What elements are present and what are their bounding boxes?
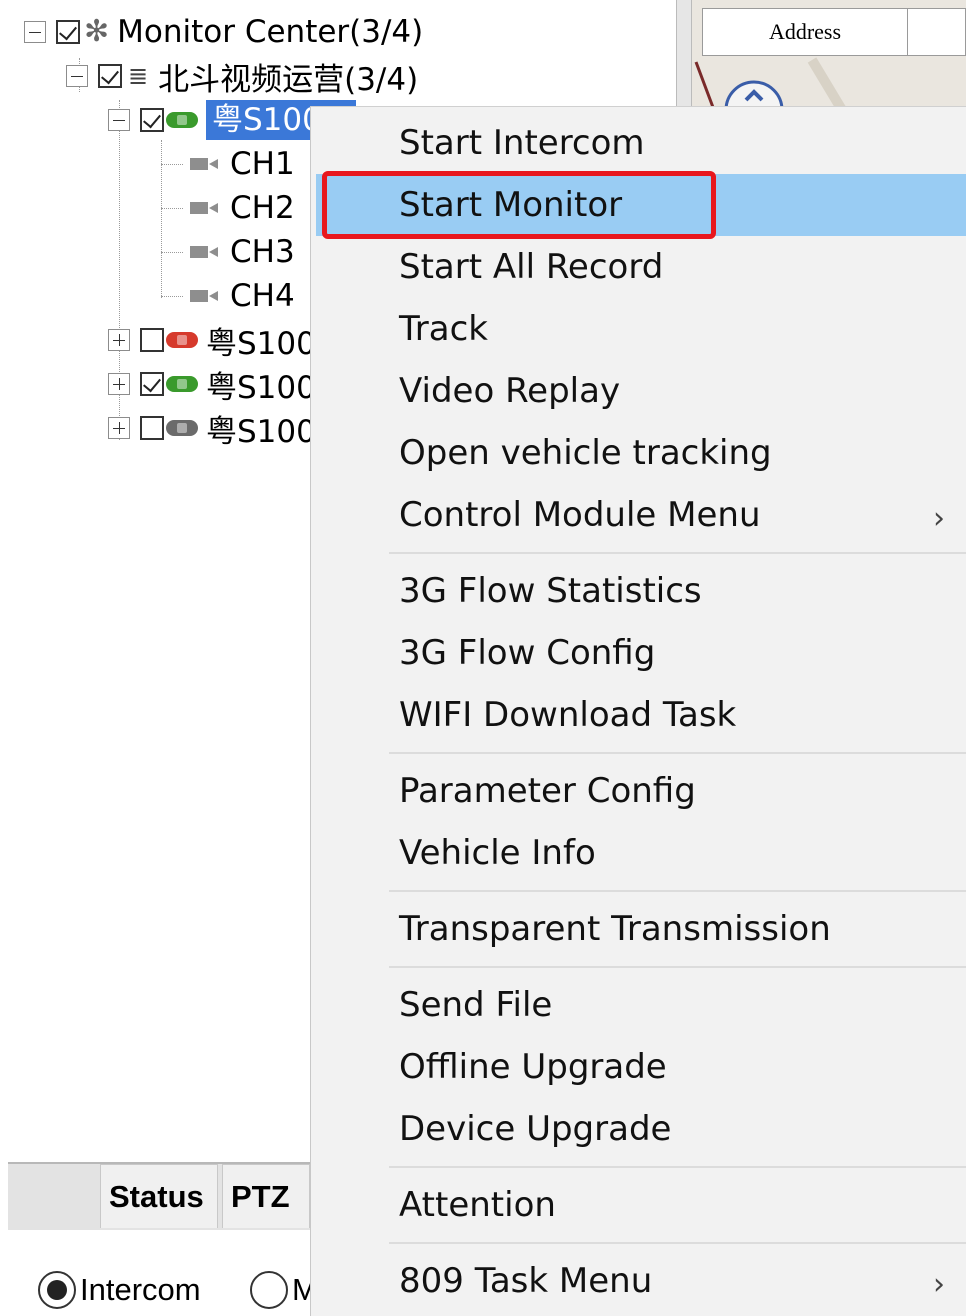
tree-group-row[interactable]: ≣ 北斗视频运营(3/4) — [66, 56, 419, 98]
channel-label: CH2 — [230, 190, 295, 226]
menu-item-offline-upgrade[interactable]: Offline Upgrade — [316, 1036, 966, 1098]
intercom-radio-option[interactable]: Intercom — [38, 1266, 201, 1314]
vehicle-checkbox[interactable] — [140, 108, 164, 132]
tree-vehicle-row[interactable]: 粤S100 — [108, 364, 316, 406]
tree-group-label: 北斗视频运营(3/4) — [158, 61, 419, 98]
list-icon: ≣ — [128, 62, 149, 90]
vehicle-checkbox[interactable] — [140, 416, 164, 440]
menu-item-control-module-menu[interactable]: Control Module Menu › — [316, 484, 966, 546]
menu-item-track[interactable]: Track — [316, 298, 966, 360]
expand-icon[interactable] — [108, 329, 130, 351]
tree-vehicle-row[interactable]: 粤S100 — [108, 320, 316, 362]
car-offline-icon — [166, 420, 198, 436]
tree-connector — [161, 296, 183, 297]
menu-item-809-task-menu[interactable]: 809 Task Menu › — [316, 1250, 966, 1312]
menu-item-device-upgrade[interactable]: Device Upgrade — [316, 1098, 966, 1160]
menu-item-start-intercom[interactable]: Start Intercom — [316, 112, 966, 174]
expand-icon[interactable] — [108, 417, 130, 439]
camera-icon — [190, 202, 218, 214]
collapse-icon[interactable] — [66, 65, 88, 87]
submenu-arrow-icon: › — [933, 1267, 945, 1302]
tree-channel-row[interactable]: CH4 — [190, 276, 295, 316]
annotation-highlight-box — [322, 171, 716, 239]
camera-icon — [190, 158, 218, 170]
vehicle-checkbox[interactable] — [140, 372, 164, 396]
channel-label: CH4 — [230, 278, 295, 314]
menu-item-transparent-transmission[interactable]: Transparent Transmission — [316, 898, 966, 960]
tree-root-label: Monitor Center(3/4) — [117, 14, 424, 50]
menu-item-3g-flow-config[interactable]: 3G Flow Config — [316, 622, 966, 684]
menu-item-video-replay[interactable]: Video Replay — [316, 360, 966, 422]
menu-item-vehicle-info[interactable]: Vehicle Info — [316, 822, 966, 884]
tree-vehicle-row[interactable]: 粤S100 — [108, 408, 316, 450]
channel-label: CH1 — [230, 146, 295, 182]
menu-separator — [389, 1242, 966, 1244]
tree-channel-row[interactable]: CH3 — [190, 232, 295, 272]
vehicle-label: 粤S100 — [206, 413, 316, 450]
panel-splitter[interactable] — [676, 0, 692, 110]
menu-item-3g-flow-statistics[interactable]: 3G Flow Statistics — [316, 560, 966, 622]
menu-item-parameter-config[interactable]: Parameter Config — [316, 760, 966, 822]
context-menu: Start Intercom Start Monitor Start All R… — [310, 106, 966, 1316]
second-radio-label: M — [292, 1272, 310, 1307]
submenu-arrow-icon: › — [933, 501, 945, 536]
intercom-radio-label: Intercom — [80, 1272, 201, 1307]
gear-icon: ✻ — [84, 14, 110, 49]
tree-connector — [161, 208, 183, 209]
tree-channel-row[interactable]: CH1 — [190, 144, 295, 184]
tab-status[interactable]: Status — [100, 1164, 218, 1228]
group-checkbox[interactable] — [98, 64, 122, 88]
vehicle-checkbox[interactable] — [140, 328, 164, 352]
menu-item-start-all-record[interactable]: Start All Record — [316, 236, 966, 298]
second-radio[interactable] — [250, 1271, 288, 1309]
menu-separator — [389, 890, 966, 892]
car-online-icon — [166, 376, 198, 392]
menu-separator — [389, 552, 966, 554]
vehicle-label: 粤S100 — [206, 369, 316, 406]
menu-item-send-file[interactable]: Send File — [316, 974, 966, 1036]
car-alarm-icon — [166, 332, 198, 348]
camera-icon — [190, 246, 218, 258]
expand-icon[interactable] — [108, 373, 130, 395]
menu-item-open-vehicle-tracking[interactable]: Open vehicle tracking — [316, 422, 966, 484]
camera-icon — [190, 290, 218, 302]
root-checkbox[interactable] — [56, 20, 80, 44]
channel-label: CH3 — [230, 234, 295, 270]
column-header-next[interactable] — [908, 8, 966, 56]
menu-item-attention[interactable]: Attention — [316, 1174, 966, 1236]
second-radio-option[interactable]: M — [250, 1266, 310, 1314]
car-online-icon — [166, 112, 198, 128]
tree-connector — [161, 252, 183, 253]
tree-channel-row[interactable]: CH2 — [190, 188, 295, 228]
menu-separator — [389, 1166, 966, 1168]
collapse-icon[interactable] — [24, 21, 46, 43]
address-column-header[interactable]: Address — [702, 8, 908, 56]
tree-connector — [161, 164, 183, 165]
vehicle-label: 粤S100 — [206, 325, 316, 362]
menu-item-wifi-download-task[interactable]: WIFI Download Task — [316, 684, 966, 746]
menu-item-label: 809 Task Menu — [399, 1261, 653, 1301]
menu-separator — [389, 752, 966, 754]
intercom-radio[interactable] — [38, 1271, 76, 1309]
collapse-icon[interactable] — [108, 109, 130, 131]
tab-ptz[interactable]: PTZ — [222, 1164, 310, 1228]
tree-root-monitor-center[interactable]: ✻ Monitor Center(3/4) — [24, 12, 423, 52]
menu-item-label: Control Module Menu — [399, 495, 761, 535]
menu-separator — [389, 966, 966, 968]
